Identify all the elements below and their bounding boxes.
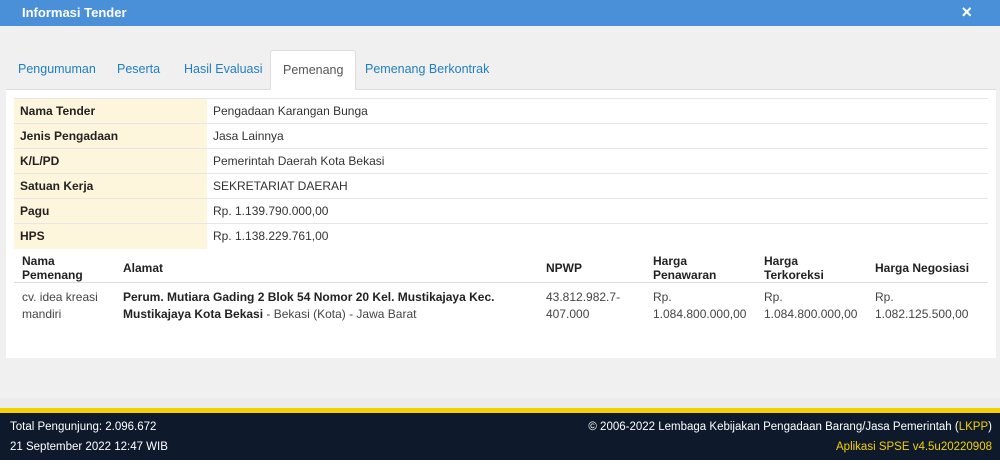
modal-body: Pengumuman Peserta Hasil Evaluasi Pemena… xyxy=(0,26,1000,398)
info-row: Jenis Pengadaan Jasa Lainnya xyxy=(14,123,988,149)
info-row: HPS Rp. 1.138.229.761,00 xyxy=(14,223,988,249)
column-header: Nama Pemenang xyxy=(22,254,83,282)
page-footer: Total Pengunjung: 2.096.672 21 September… xyxy=(0,408,1000,460)
tab-pengumuman[interactable]: Pengumuman xyxy=(18,50,96,90)
address-street-cont: Mustikajaya Kota Bekasi xyxy=(123,307,264,321)
negotiated-price: 1.082.125.500,00 xyxy=(875,307,969,321)
bid-price: 1.084.800.000,00 xyxy=(653,307,747,321)
winner-name-cell: cv. idea kreasi mandiri xyxy=(14,282,115,329)
info-row: Pagu Rp. 1.139.790.000,00 xyxy=(14,198,988,224)
info-value: Rp. 1.138.229.761,00 xyxy=(207,223,988,249)
copyright-close: ) xyxy=(988,421,992,433)
copyright-text: © 2006-2022 Lembaga Kebijakan Pengadaan … xyxy=(588,421,959,433)
currency-label: Rp. xyxy=(875,290,894,304)
table-row: cv. idea kreasi mandiri Perum. Mutiara G… xyxy=(14,282,988,329)
tab-peserta[interactable]: Peserta xyxy=(117,50,160,90)
column-header: Harga Penawaran xyxy=(653,254,717,282)
tab-pemenang[interactable]: Pemenang xyxy=(270,50,357,90)
column-header: Harga Negosiasi xyxy=(875,261,970,275)
tab-pemenang-berkontrak[interactable]: Pemenang Berkontrak xyxy=(365,50,489,90)
info-label: Satuan Kerja xyxy=(14,173,207,199)
winner-npwp-cell: 43.812.982.7- 407.000 xyxy=(538,282,645,329)
info-value: Jasa Lainnya xyxy=(207,123,988,149)
copyright: © 2006-2022 Lembaga Kebijakan Pengadaan … xyxy=(588,421,992,433)
tender-info-table: Nama Tender Pengadaan Karangan Bunga Jen… xyxy=(14,98,988,249)
winner-name: cv. idea kreasi xyxy=(22,290,98,304)
info-value: Pemerintah Daerah Kota Bekasi xyxy=(207,148,988,174)
info-label: Nama Tender xyxy=(14,98,207,124)
currency-label: Rp. xyxy=(653,290,672,304)
info-row: K/L/PD Pemerintah Daerah Kota Bekasi xyxy=(14,148,988,174)
modal-title: Informasi Tender xyxy=(22,5,127,20)
tab-hasil-evaluasi[interactable]: Hasil Evaluasi xyxy=(184,50,263,90)
corrected-price-cell: Rp. 1.084.800.000,00 xyxy=(756,282,867,329)
visitor-count: Total Pengunjung: 2.096.672 xyxy=(10,421,157,433)
info-label: Jenis Pengadaan xyxy=(14,123,207,149)
info-value: SEKRETARIAT DAERAH xyxy=(207,173,988,199)
info-label: HPS xyxy=(14,223,207,249)
winner-address-cell: Perum. Mutiara Gading 2 Blok 54 Nomor 20… xyxy=(115,282,538,329)
info-row: Satuan Kerja SEKRETARIAT DAERAH xyxy=(14,173,988,199)
info-label: Pagu xyxy=(14,198,207,224)
bid-price-cell: Rp. 1.084.800.000,00 xyxy=(645,282,756,329)
info-value: Rp. 1.139.790.000,00 xyxy=(207,198,988,224)
app-version: Aplikasi SPSE v4.5u20220908 xyxy=(836,441,992,453)
negotiated-price-cell: Rp. 1.082.125.500,00 xyxy=(867,282,988,329)
tab-content: Nama Tender Pengadaan Karangan Bunga Jen… xyxy=(6,90,996,358)
address-street: Perum. Mutiara Gading 2 Blok 54 Nomor 20… xyxy=(123,290,495,304)
info-value: Pengadaan Karangan Bunga xyxy=(207,98,988,124)
corrected-price: 1.084.800.000,00 xyxy=(764,307,858,321)
currency-label: Rp. xyxy=(764,290,783,304)
close-icon[interactable]: × xyxy=(961,2,972,22)
lkpp-link[interactable]: LKPP xyxy=(959,421,988,433)
winners-table: Nama Pemenang Alamat NPWP Harga Penawara… xyxy=(14,254,988,329)
info-row: Nama Tender Pengadaan Karangan Bunga xyxy=(14,98,988,124)
column-header: NPWP xyxy=(546,261,582,275)
winners-header-row: Nama Pemenang Alamat NPWP Harga Penawara… xyxy=(14,254,988,283)
tab-bar: Pengumuman Peserta Hasil Evaluasi Pemena… xyxy=(6,50,996,90)
current-datetime: 21 September 2022 12:47 WIB xyxy=(10,441,168,453)
info-label: K/L/PD xyxy=(14,148,207,174)
npwp-part1: 43.812.982.7- xyxy=(546,290,621,304)
modal-titlebar: Informasi Tender × xyxy=(0,0,1000,26)
npwp-part2: 407.000 xyxy=(546,307,590,321)
winner-name-cont: mandiri xyxy=(22,307,62,321)
column-header: Alamat xyxy=(123,261,164,275)
address-region: - Bekasi (Kota) - Jawa Barat xyxy=(263,307,417,321)
column-header: Harga Terkoreksi xyxy=(764,254,824,282)
